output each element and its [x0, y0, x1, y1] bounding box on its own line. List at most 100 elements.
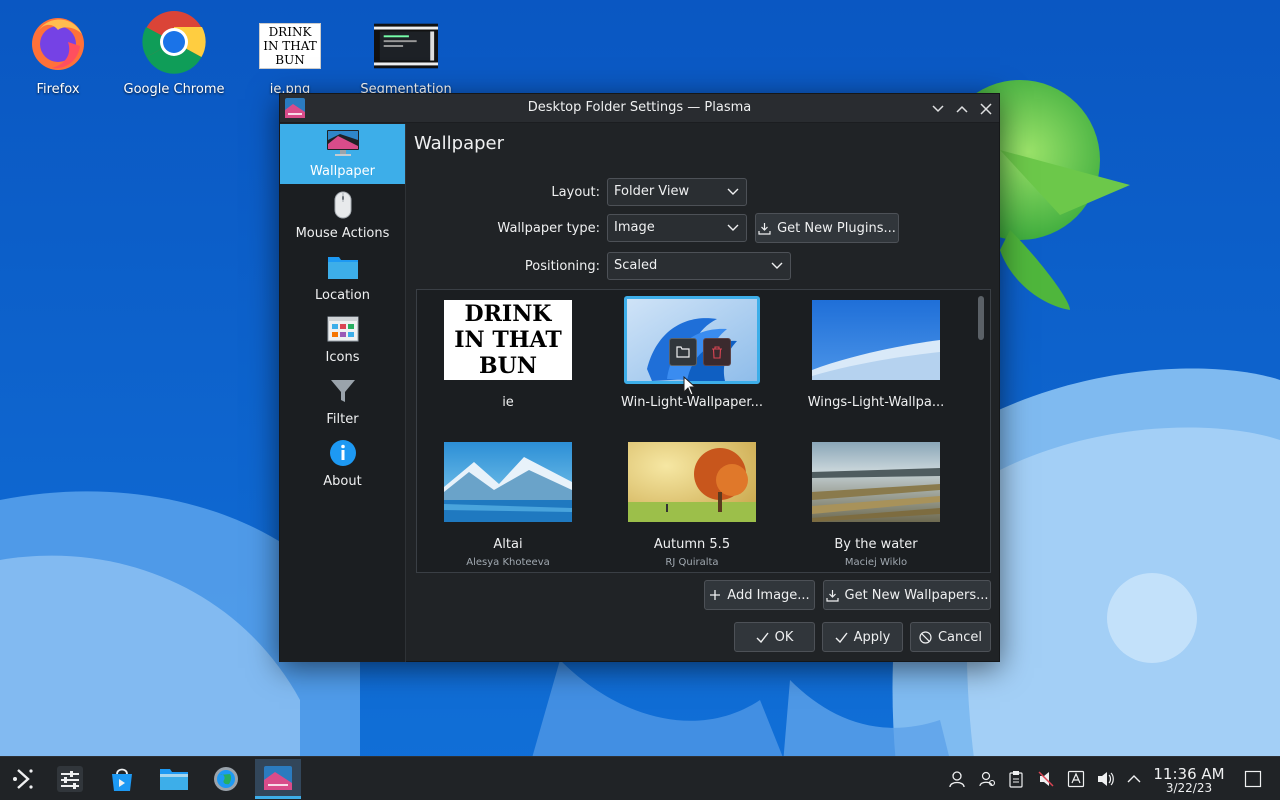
wallpaper-item-autumn[interactable]: Autumn 5.5 RJ Quiralta [607, 432, 777, 572]
apply-button[interactable]: Apply [822, 622, 903, 652]
monitor-icon [326, 128, 360, 158]
filter-icon [326, 376, 360, 406]
get-new-wallpapers-label: Get New Wallpapers... [844, 587, 989, 603]
taskbar: 11:36 AM 3/22/23 [0, 756, 1280, 800]
cancel-icon [919, 630, 932, 644]
open-folder-button[interactable] [669, 338, 697, 366]
chevron-down-icon [727, 188, 739, 195]
sidebar-item-location[interactable]: Location [280, 248, 405, 308]
input-method-icon[interactable] [1066, 769, 1086, 789]
sidebar-item-label: Mouse Actions [295, 226, 390, 241]
folder-icon [326, 252, 360, 282]
wallpaper-item-altai[interactable]: Altai Alesya Khoteeva [423, 432, 593, 572]
mouse-icon [326, 190, 360, 220]
wallpaper-item-wings-light[interactable]: Wings-Light-Wallpa... [791, 290, 961, 430]
wallpaper-name: Wings-Light-Wallpa... [807, 395, 945, 410]
desktop-icon-ie-png[interactable]: DRINK IN THAT BUN ie.png [232, 10, 348, 97]
sidebar-item-icons[interactable]: Icons [280, 310, 405, 370]
clipboard-icon[interactable] [1006, 769, 1026, 789]
task-system-settings[interactable] [47, 759, 93, 799]
user-switch-icon[interactable] [977, 769, 997, 789]
wallpaper-type-combobox[interactable]: Image [607, 214, 747, 242]
sidebar-item-about[interactable]: About [280, 434, 405, 494]
microphone-muted-icon[interactable] [1036, 769, 1056, 789]
page-title: Wallpaper [414, 133, 505, 154]
task-discover[interactable] [99, 759, 145, 799]
sidebar-item-mouse-actions[interactable]: Mouse Actions [280, 186, 405, 246]
get-new-plugins-label: Get New Plugins... [777, 220, 896, 236]
wallpaper-thumbnail: DRINK IN THAT BUN [444, 300, 572, 380]
application-launcher-button[interactable] [0, 759, 46, 799]
folder-open-icon [676, 346, 690, 358]
grid-scrollbar[interactable] [974, 292, 988, 570]
wallpaper-thumbnail [812, 300, 940, 380]
wallpaper-item-ie[interactable]: DRINK IN THAT BUN ie [423, 290, 593, 430]
layout-combobox[interactable]: Folder View [607, 178, 747, 206]
download-icon [825, 589, 839, 602]
shopping-bag-icon [112, 768, 132, 791]
desktop-icon-label: Firefox [36, 82, 80, 97]
user-icon[interactable] [947, 769, 967, 789]
folder-icon [160, 769, 188, 790]
sidebar-item-label: Wallpaper [309, 164, 376, 179]
positioning-combobox[interactable]: Scaled [607, 252, 791, 280]
ok-button[interactable]: OK [734, 622, 815, 652]
wallpaper-type-value: Image [614, 220, 655, 235]
download-icon [758, 222, 771, 235]
wallpaper-name: Autumn 5.5 [653, 537, 731, 552]
title-bar[interactable]: Desktop Folder Settings — Plasma [280, 94, 999, 123]
get-new-plugins-button[interactable]: Get New Plugins... [755, 213, 899, 243]
desktop-icon-segmentation[interactable]: Segmentation [348, 10, 464, 97]
task-file-manager[interactable] [151, 759, 197, 799]
ok-label: OK [774, 629, 794, 645]
sidebar-item-filter[interactable]: Filter [280, 372, 405, 432]
cancel-label: Cancel [937, 629, 983, 645]
add-image-button[interactable]: Add Image... [704, 580, 815, 610]
info-icon [326, 438, 360, 468]
wallpaper-name: ie [502, 395, 514, 410]
window-title: Desktop Folder Settings — Plasma [527, 100, 752, 115]
wallpaper-author: Maciej Wiklo [844, 557, 908, 568]
desktop-icon-firefox[interactable]: Firefox [0, 10, 116, 97]
volume-icon[interactable] [1096, 769, 1116, 789]
wallpaper-item-by-the-water[interactable]: By the water Maciej Wiklo [791, 432, 961, 572]
chevron-up-icon[interactable] [1124, 769, 1144, 789]
video-file-icon [374, 10, 438, 74]
wallpaper-item-win-light[interactable]: Win-Light-Wallpaper... [607, 290, 777, 430]
get-new-wallpapers-button[interactable]: Get New Wallpapers... [823, 580, 991, 610]
layout-label: Layout: [551, 185, 600, 200]
clock-date[interactable]: 3/22/23 [1148, 781, 1230, 795]
maximize-button[interactable] [953, 100, 971, 118]
positioning-label: Positioning: [524, 259, 600, 274]
launcher-icon [13, 769, 33, 789]
plus-icon [710, 590, 721, 600]
minimize-button[interactable] [929, 100, 947, 118]
wallpaper-thumbnail [628, 442, 756, 522]
desktop-folder-settings-dialog: Desktop Folder Settings — Plasma Wallpap… [279, 93, 1000, 662]
image-file-icon: DRINK IN THAT BUN [258, 10, 322, 74]
cancel-button[interactable]: Cancel [910, 622, 991, 652]
desktop-icon-chrome[interactable]: Google Chrome [116, 10, 232, 97]
sidebar-item-label: Location [315, 288, 370, 303]
settings-sliders-icon [57, 766, 83, 792]
show-desktop-icon[interactable] [1243, 769, 1263, 789]
wallpaper-author: RJ Quiralta [665, 557, 719, 568]
close-button[interactable] [977, 100, 995, 118]
wallpaper-name: By the water [834, 537, 918, 552]
sidebar-item-wallpaper[interactable]: Wallpaper [280, 124, 405, 184]
globe-gear-icon [214, 767, 238, 791]
apply-label: Apply [853, 629, 891, 645]
task-desktop-folder-settings[interactable] [255, 759, 301, 799]
chevron-down-icon [771, 262, 783, 269]
delete-wallpaper-button[interactable] [703, 338, 731, 366]
wallpaper-thumbnail [444, 442, 572, 522]
task-browser[interactable] [203, 759, 249, 799]
layout-value: Folder View [614, 184, 690, 199]
positioning-value: Scaled [614, 258, 658, 273]
wallpaper-type-label: Wallpaper type: [497, 221, 600, 236]
icons-grid-icon [326, 314, 360, 344]
sidebar-item-label: Filter [326, 412, 359, 427]
scrollbar-thumb[interactable] [978, 296, 984, 340]
wallpaper-thumbnail [812, 442, 940, 522]
wallpaper-name: Win-Light-Wallpaper... [621, 395, 763, 410]
